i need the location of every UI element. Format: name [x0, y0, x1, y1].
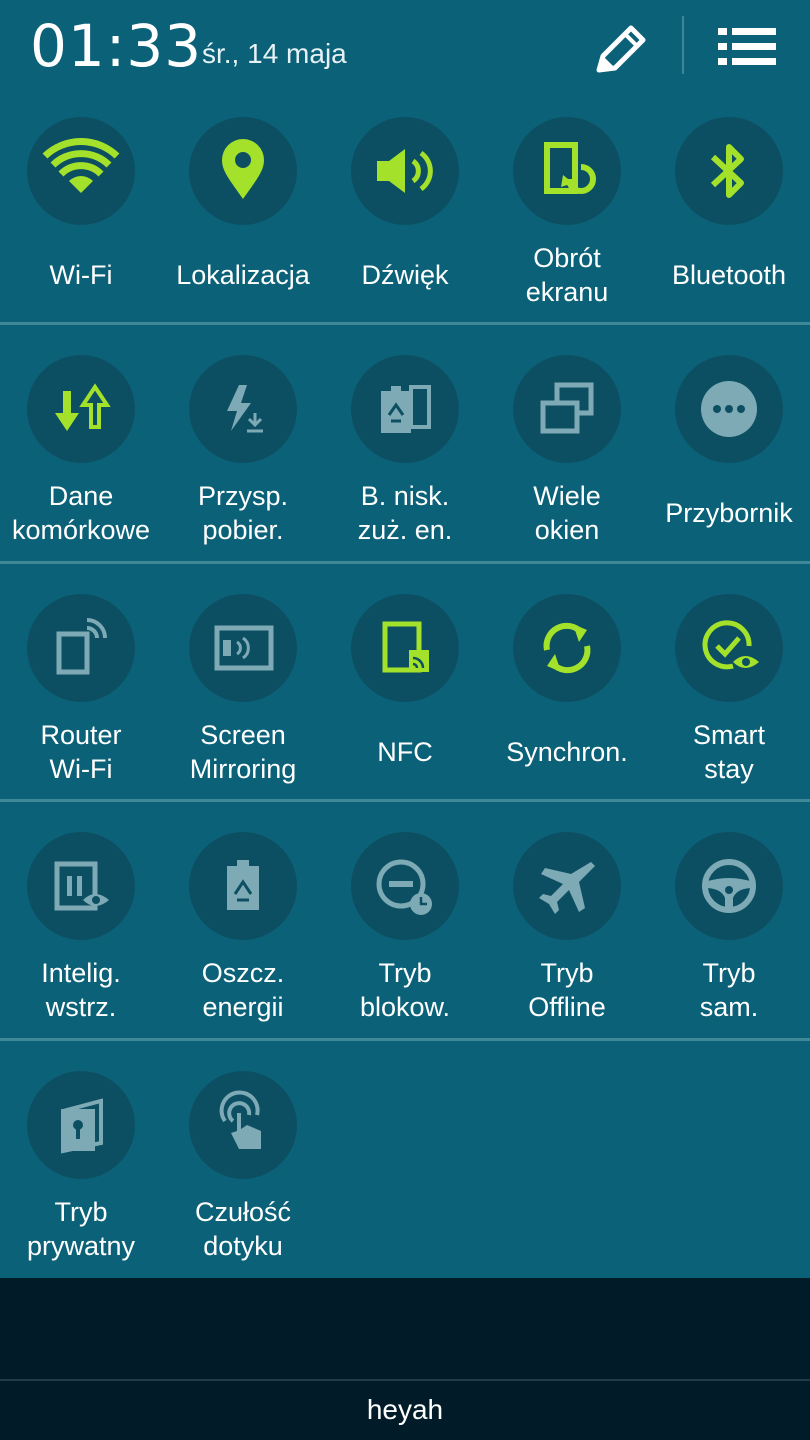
mobile-data-arrows-icon [55, 383, 111, 431]
clock: 01:33 [30, 12, 203, 80]
tile-label: Przybornik [665, 498, 793, 528]
tile-label: Intelig. wstrz. [41, 958, 121, 1022]
tile-label: Bluetooth [671, 260, 787, 290]
tile-wifi-router[interactable]: Router Wi-Fi [0, 578, 162, 808]
screen-rotation-icon [544, 142, 596, 194]
multi-window-icon [540, 382, 594, 434]
tile-label: Tryb prywatny [26, 1197, 136, 1261]
tile-power-saving[interactable]: Oszcz. energii [162, 816, 324, 1046]
tile-label: Tryb blokow. [359, 958, 451, 1022]
smart-pause-icon [54, 861, 109, 911]
blocking-mode-icon [376, 859, 432, 915]
quick-settings-panel: 01:33 śr., 14 maja Wi-Fi Lokalizacja Dźw… [0, 0, 810, 1278]
date[interactable]: śr., 14 maja [202, 38, 347, 70]
tile-label: Screen Mirroring [189, 720, 297, 784]
row-divider [0, 799, 810, 802]
edit-button[interactable] [585, 16, 657, 80]
speaker-icon [377, 149, 433, 193]
tile-screen-rotation[interactable]: Obrót ekranu [486, 101, 648, 331]
tile-label: Oszcz. energii [201, 958, 285, 1022]
bluetooth-icon [710, 144, 744, 198]
wifi-router-icon [56, 618, 107, 675]
notification-header: 01:33 śr., 14 maja [0, 0, 810, 100]
steering-wheel-icon [702, 859, 756, 913]
screen-mirroring-icon [214, 625, 274, 671]
nfc-icon [382, 621, 429, 673]
carrier-label: heyah [366, 1394, 444, 1425]
tile-touch-sensitivity[interactable]: Czułość dotyku [162, 1055, 324, 1285]
tile-label: Synchron. [506, 737, 628, 767]
row-divider [0, 322, 810, 325]
tile-label: Lokalizacja [176, 260, 310, 290]
private-mode-lock-icon [61, 1098, 103, 1154]
tile-download-booster[interactable]: Przysp. pobier. [162, 339, 324, 569]
tiles-row-4: Intelig. wstrz. Oszcz. energii Tryb blok… [0, 816, 810, 1052]
toolbox-dots-icon [701, 381, 757, 437]
tiles-row-1: Wi-Fi Lokalizacja Dźwięk Obrót ekranu Bl… [0, 101, 810, 337]
tile-screen-mirroring[interactable]: Screen Mirroring [162, 578, 324, 808]
airplane-icon [539, 862, 595, 914]
tile-ultra-power-saving[interactable]: B. nisk. zuż. en. [324, 339, 486, 569]
row-divider [0, 1038, 810, 1041]
tile-private-mode[interactable]: Tryb prywatny [0, 1055, 162, 1285]
tile-label: Przysp. pobier. [197, 481, 289, 545]
tile-label: Tryb Offline [528, 958, 606, 1022]
tile-label: Tryb sam. [699, 958, 759, 1022]
tile-label: Router Wi-Fi [40, 720, 122, 784]
tile-toolbox[interactable]: Przybornik [648, 339, 810, 569]
carrier-divider [0, 1379, 810, 1381]
tile-label: Smart stay [692, 720, 765, 784]
tile-label: Wi-Fi [49, 260, 113, 290]
tile-label: NFC [377, 737, 433, 767]
battery-recycle-icon [381, 385, 431, 433]
row-divider [0, 561, 810, 564]
wifi-icon [42, 138, 120, 193]
settings-list-button[interactable] [712, 18, 784, 76]
header-divider [682, 16, 684, 74]
tile-driving-mode[interactable]: Tryb sam. [648, 816, 810, 1046]
tile-nfc[interactable]: NFC [324, 578, 486, 808]
touch-sensitivity-icon [219, 1090, 261, 1149]
tile-wifi[interactable]: Wi-Fi [0, 101, 162, 331]
tiles-row-5: Tryb prywatny Czułość dotyku [0, 1055, 810, 1291]
power-saving-icon [227, 860, 259, 910]
tile-mobile-data[interactable]: Dane komórkowe [0, 339, 162, 569]
location-pin-icon [222, 139, 264, 199]
smart-stay-eye-icon [702, 620, 759, 670]
list-icon [718, 28, 776, 65]
tile-label: Wiele okien [533, 481, 601, 545]
tile-multi-window[interactable]: Wiele okien [486, 339, 648, 569]
tile-sync[interactable]: Synchron. [486, 578, 648, 808]
sync-icon [543, 622, 591, 674]
tiles-row-2: Dane komórkowe Przysp. pobier. B. nisk. … [0, 339, 810, 575]
tile-sound[interactable]: Dźwięk [324, 101, 486, 331]
tile-label: Obrót ekranu [525, 243, 609, 307]
tile-label: Dane komórkowe [11, 481, 151, 545]
pencil-icon [596, 25, 646, 73]
tile-bluetooth[interactable]: Bluetooth [648, 101, 810, 331]
download-booster-icon [227, 385, 263, 433]
tile-smart-pause[interactable]: Intelig. wstrz. [0, 816, 162, 1046]
tile-label: Czułość dotyku [194, 1197, 292, 1261]
tile-smart-stay[interactable]: Smart stay [648, 578, 810, 808]
tile-blocking-mode[interactable]: Tryb blokow. [324, 816, 486, 1046]
tiles-row-3: Router Wi-Fi Screen Mirroring NFC Synchr… [0, 578, 810, 814]
tile-label: B. nisk. zuż. en. [357, 481, 453, 545]
tile-airplane-mode[interactable]: Tryb Offline [486, 816, 648, 1046]
tile-label: Dźwięk [361, 260, 449, 290]
tile-location[interactable]: Lokalizacja [162, 101, 324, 331]
